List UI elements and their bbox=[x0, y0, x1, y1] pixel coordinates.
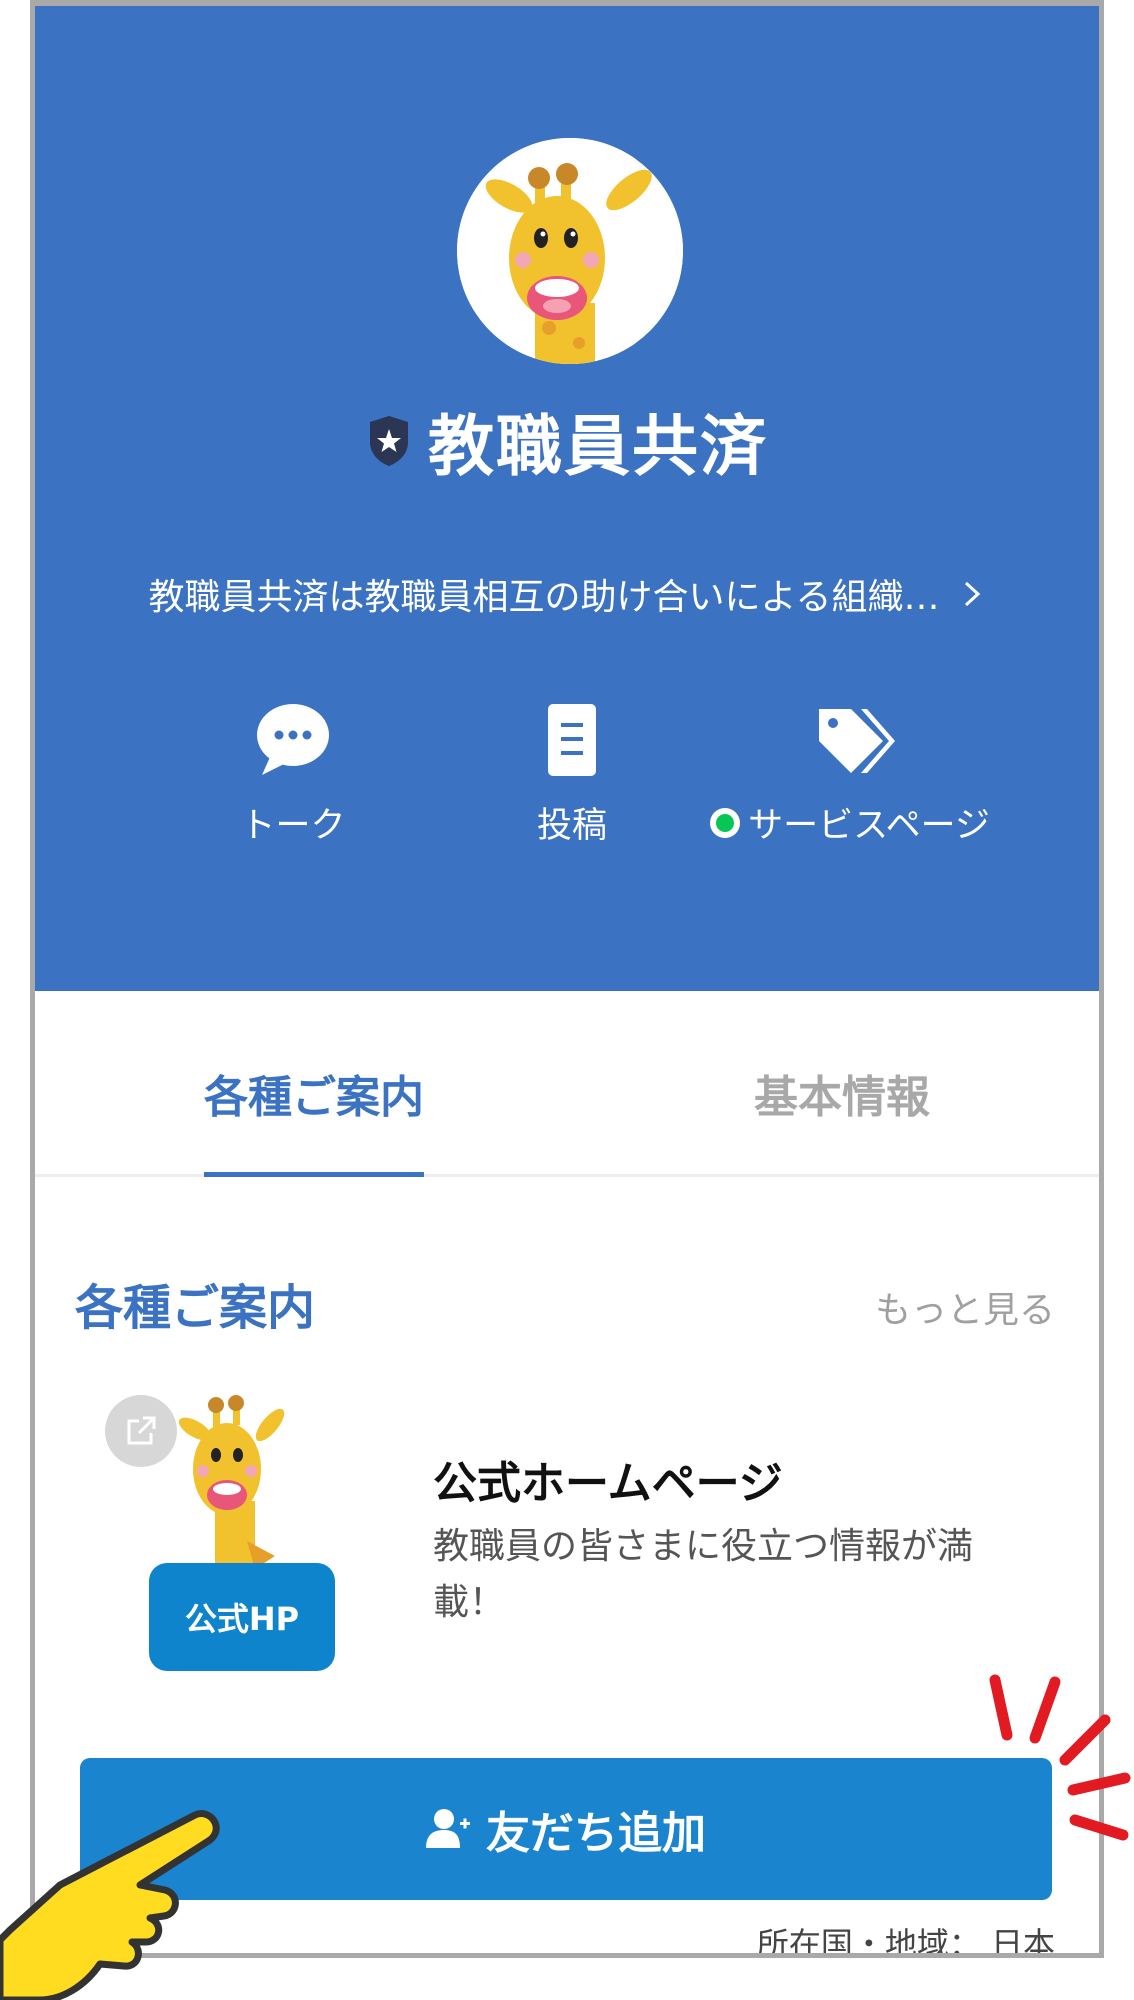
giraffe-avatar-icon bbox=[457, 138, 683, 364]
add-friend-label: 友だち追加 bbox=[486, 1808, 706, 1859]
card-description: 教職員の皆さまに役立つ情報が満載！ bbox=[433, 1526, 974, 1623]
tab-guide[interactable]: 各種ご案内 bbox=[204, 1061, 424, 1177]
verified-shield-icon bbox=[370, 416, 408, 466]
giraffe-mascot-icon bbox=[178, 1395, 285, 1566]
pointing-hand-icon bbox=[0, 1810, 220, 2000]
action-talk-label: トーク bbox=[240, 806, 346, 846]
profile-description[interactable]: 教職員共済は教職員相互の助け合いによる組織… bbox=[105, 564, 1029, 624]
online-status-icon bbox=[710, 807, 741, 838]
add-friend-button[interactable]: 友だち追加 bbox=[80, 1758, 1052, 1900]
profile-frame: 教職員共済 教職員共済は教職員相互の助け合いによる組織… トーク 投稿 サービス… bbox=[30, 0, 1104, 1958]
action-post[interactable]: 投稿 bbox=[432, 701, 712, 851]
action-service-page-label: サービスページ bbox=[710, 797, 990, 848]
tag-icon bbox=[819, 709, 895, 773]
profile-header: 教職員共済 教職員共済は教職員相互の助け合いによる組織… トーク 投稿 サービス… bbox=[35, 6, 1099, 991]
chat-bubble-icon bbox=[257, 704, 329, 775]
action-service-page[interactable]: サービスページ bbox=[710, 701, 990, 851]
chevron-right-icon bbox=[965, 581, 981, 607]
add-friend-icon bbox=[426, 1809, 470, 1848]
external-link-badge bbox=[105, 1395, 177, 1467]
region-text: 所在国・地域： 日本 bbox=[756, 1925, 1055, 1958]
official-hp-tile: 公式HP bbox=[149, 1563, 335, 1671]
title-row: 教職員共済 bbox=[35, 396, 1099, 486]
external-link-icon bbox=[127, 1416, 156, 1445]
see-more-link[interactable]: もっと見る bbox=[875, 1281, 1055, 1333]
page-title: 教職員共済 bbox=[428, 408, 768, 485]
post-document-icon bbox=[548, 704, 596, 776]
action-post-label: 投稿 bbox=[536, 806, 607, 846]
section-title: 各種ご案内 bbox=[75, 1280, 316, 1336]
tab-bar: 各種ご案内 基本情報 bbox=[35, 991, 1099, 1177]
avatar[interactable] bbox=[457, 138, 683, 364]
emphasis-spark-icon bbox=[989, 1674, 1131, 1841]
tab-basic-info[interactable]: 基本情報 bbox=[754, 1061, 930, 1177]
card-title: 公式ホームページ bbox=[433, 1458, 783, 1509]
homepage-card[interactable]: 公式HP 公式ホームページ 教職員の皆さまに役立つ情報が満載！ bbox=[75, 1391, 1065, 1691]
service-page-text: サービスページ bbox=[748, 806, 990, 846]
card-thumbnail: 公式HP bbox=[75, 1391, 335, 1691]
description-text: 教職員共済は教職員相互の助け合いによる組織… bbox=[148, 577, 940, 618]
action-talk[interactable]: トーク bbox=[153, 701, 433, 851]
